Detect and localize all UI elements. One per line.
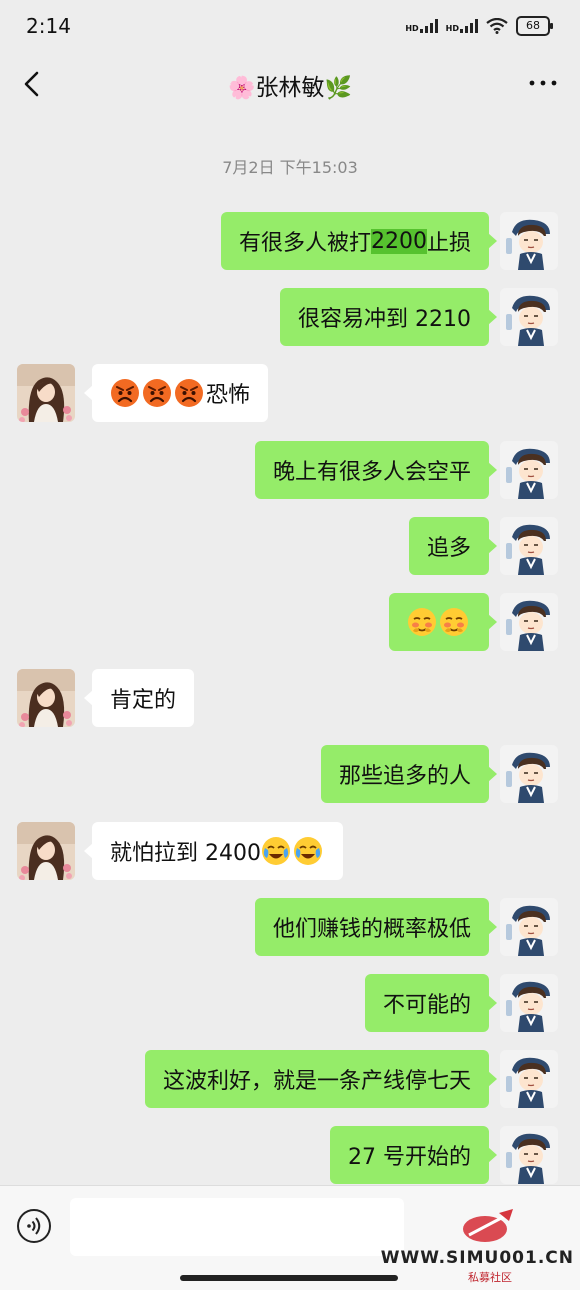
my-avatar[interactable] [500,517,558,575]
contact-avatar[interactable] [17,822,75,880]
message-text: 晚上有很多人会空平 [272,460,471,485]
sent-message: 他们赚钱的概率极低 [0,898,580,958]
message-bubble[interactable]: 恐怖 [83,364,269,422]
received-message: 就怕拉到 2400 [0,822,580,882]
status-icons: HD HD 68 [405,16,553,36]
sent-message: 这波利好，就是一条产线停七天 [0,1050,580,1110]
contact-avatar[interactable] [17,669,75,727]
sent-message: 那些追多的人 [0,745,580,805]
message-bubble[interactable] [389,593,497,651]
message-text: 这波利好，就是一条产线停七天 [162,1069,471,1094]
my-avatar[interactable] [500,1126,558,1184]
contact-avatar[interactable] [17,364,75,422]
message-bubble[interactable]: 这波利好，就是一条产线停七天 [144,1050,498,1108]
voice-icon[interactable] [16,1208,52,1244]
message-bubble[interactable]: 他们赚钱的概率极低 [254,898,498,956]
signal-icon: HD [405,19,438,33]
blush-face-icon [408,608,436,636]
message-text: 不可能的 [382,993,471,1018]
message-text: 恐怖 [206,383,251,408]
home-indicator[interactable] [180,1275,398,1281]
wifi-icon [486,18,508,34]
watermark-logo-icon [463,1209,513,1242]
sent-message: 有很多人被打 2200 止损 [0,212,580,272]
sent-message [0,593,580,653]
message-bubble[interactable]: 晚上有很多人会空平 [254,441,498,499]
laugh-cry-face-icon [261,837,290,865]
message-text: 那些追多的人 [338,764,471,789]
angry-face-icon [111,379,139,407]
message-text: 追多 [426,536,471,561]
message-bubble[interactable]: 不可能的 [364,974,498,1032]
sent-message: 27 号开始的 [0,1126,580,1186]
sent-message: 很容易冲到 2210 [0,288,580,348]
message-bubble[interactable]: 肯定的 [83,669,195,727]
my-avatar[interactable] [500,212,558,270]
my-avatar[interactable] [500,288,558,346]
received-message: 恐怖 [0,364,580,424]
my-avatar[interactable] [500,1050,558,1108]
sent-message: 追多 [0,517,580,577]
message-text: 27 号开始的 [348,1145,471,1170]
message-bubble[interactable]: 27 号开始的 [330,1126,497,1184]
message-input[interactable] [70,1198,404,1256]
message-bubble[interactable]: 那些追多的人 [320,745,498,803]
laugh-cry-face-icon [293,837,322,865]
message-text: 有很多人被打 [238,231,371,256]
message-text: 就怕拉到 2400 [110,841,261,866]
message-timestamp: 7月2日 下午15:03 [222,158,358,177]
sent-message: 不可能的 [0,974,580,1034]
message-bubble[interactable]: 就怕拉到 2400 [84,822,343,880]
status-time: 2:14 [26,14,71,38]
blush-face-icon [440,608,468,636]
signal-hd-label-2: HD [445,24,459,33]
leaf-icon: 🌿 [324,76,352,101]
message-text: 肯定的 [110,688,177,713]
angry-face-icon [175,379,203,407]
sent-message: 晚上有很多人会空平 [0,441,580,501]
received-message: 肯定的 [0,669,580,729]
my-avatar[interactable] [500,441,558,499]
my-avatar[interactable] [500,974,558,1032]
message-bubble[interactable]: 很容易冲到 2210 [280,288,497,346]
message-text: 他们赚钱的概率极低 [272,917,471,942]
flower-icon: 🌸 [228,76,256,101]
message-text: 很容易冲到 2210 [298,307,471,332]
my-avatar[interactable] [500,898,558,956]
chat-title: 🌸张林敏🌿 [0,68,580,102]
more-dots-icon[interactable] [528,76,558,90]
highlighted-text: 2200 [370,228,427,254]
my-avatar[interactable] [500,593,558,651]
battery-icon: 68 [516,16,553,36]
chat-header: 🌸张林敏🌿 [0,56,580,114]
angry-face-icon [143,379,171,407]
watermark-sub: 私募社区 [468,1271,512,1284]
my-avatar[interactable] [500,745,558,803]
contact-name: 张林敏 [255,75,325,101]
signal-icon-2: HD [446,19,478,33]
message-bubble[interactable]: 有很多人被打 2200 止损 [220,212,498,270]
message-text: 止损 [426,231,471,256]
watermark-site: WWW.SIMU001.CN [380,1248,574,1268]
status-bar: 2:14 HD HD 68 [0,0,580,56]
signal-hd-label: HD [405,24,419,33]
message-bubble[interactable]: 追多 [408,517,498,575]
